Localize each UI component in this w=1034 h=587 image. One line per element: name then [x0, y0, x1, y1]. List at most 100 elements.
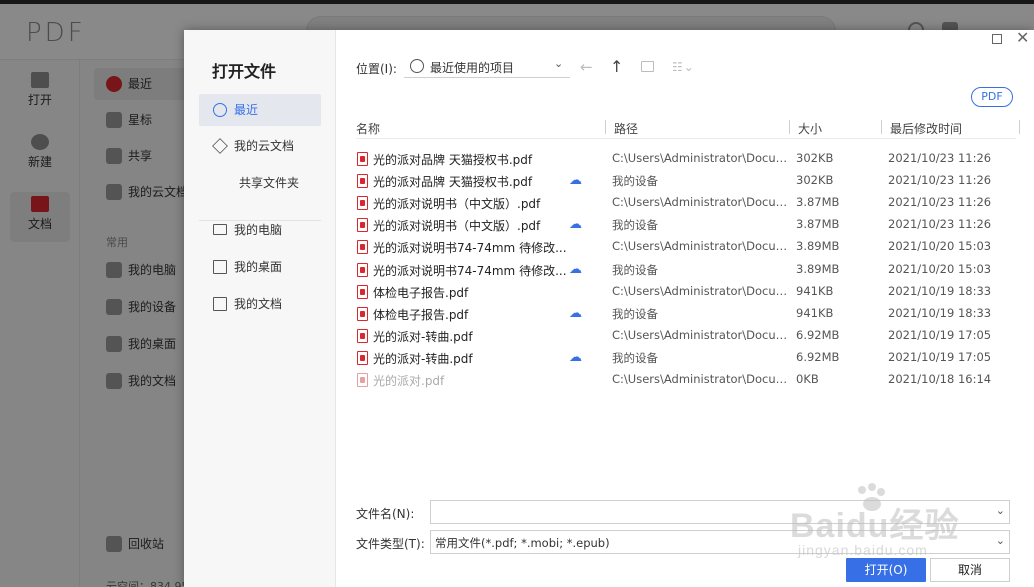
dialog-nav-my-desktop[interactable]: 我的桌面	[199, 251, 321, 283]
column-header-path[interactable]: 路径	[614, 120, 638, 137]
file-size: 302KB	[796, 173, 834, 188]
dialog-nav-label: 我的电脑	[234, 223, 283, 237]
chevron-down-icon: ⌄	[995, 534, 1005, 547]
monitor-icon	[213, 224, 227, 235]
file-path: C:\Users\Administrator\Docum...	[612, 327, 788, 342]
pdf-filter-badge[interactable]: PDF	[971, 87, 1013, 107]
file-size: 941KB	[796, 283, 834, 298]
back-arrow-icon[interactable]: ←	[580, 58, 593, 76]
file-path: C:\Users\Administrator\Docum...	[612, 195, 788, 210]
file-row[interactable]: 光的派对.pdf C:\Users\Administrator\Docum... 0…	[352, 369, 1020, 391]
file-name: 光的派对说明书（中文版）.pdf	[373, 219, 541, 234]
dialog-nav-label: 我的云文档	[234, 139, 295, 153]
dialog-nav-my-documents[interactable]: 我的文档	[199, 288, 321, 320]
file-row[interactable]: 光的派对品牌 天猫授权书.pdf C:\Users\Administrator\D…	[352, 148, 1020, 170]
table-header-rule	[356, 138, 1016, 139]
column-header-name[interactable]: 名称	[356, 120, 380, 137]
file-name: 光的派对-转曲.pdf	[373, 351, 473, 366]
file-modified: 2021/10/19 18:33	[888, 283, 992, 298]
column-separator[interactable]	[789, 120, 790, 134]
file-name: 光的派对品牌 天猫授权书.pdf	[373, 153, 533, 167]
dialog-nav-my-computer[interactable]: 我的电脑	[199, 214, 321, 246]
up-arrow-icon[interactable]: ↑	[610, 57, 623, 76]
file-row[interactable]: 光的派对说明书74-74mm 待修改... C:\Users\Administra…	[352, 236, 1020, 258]
filename-input[interactable]: ⌄	[430, 500, 1010, 524]
maximize-icon[interactable]	[992, 34, 1002, 44]
cancel-button[interactable]: 取消	[930, 558, 1010, 582]
recent-items-icon	[410, 59, 424, 73]
file-modified: 2021/10/23 11:26	[888, 151, 992, 165]
file-modified: 2021/10/19 17:05	[888, 349, 992, 364]
cloud-icon: ☁	[569, 173, 582, 189]
file-size: 6.92MB	[796, 349, 840, 364]
chevron-down-icon[interactable]: ⌄	[996, 504, 1005, 517]
column-separator[interactable]	[605, 120, 606, 134]
file-size: 941KB	[796, 305, 834, 320]
filetype-value: 常用文件(*.pdf; *.mobi; *.epub)	[435, 536, 610, 550]
file-name: 光的派对-转曲.pdf	[373, 329, 473, 344]
file-size: 3.87MB	[796, 217, 840, 232]
file-modified: 2021/10/19 17:05	[888, 327, 992, 342]
filetype-dropdown[interactable]: 常用文件(*.pdf; *.mobi; *.epub) ⌄	[430, 530, 1010, 554]
view-mode-icon[interactable]: ☷⌄	[672, 60, 695, 74]
file-row[interactable]: 光的派对说明书（中文版）.pdf C:\Users\Administrator\D…	[352, 192, 1020, 214]
file-size: 6.92MB	[796, 327, 840, 342]
new-folder-icon[interactable]	[641, 61, 654, 72]
file-name: 光的派对品牌 天猫授权书.pdf	[373, 175, 533, 190]
file-row[interactable]: 体检电子报告.pdf ☁ 我的设备 941KB 2021/10/19 18:33	[352, 303, 1020, 325]
pdf-file-icon	[357, 306, 368, 321]
dialog-nav-label: 我的桌面	[234, 260, 283, 274]
file-row[interactable]: 体检电子报告.pdf C:\Users\Administrator\Docum..…	[352, 281, 1020, 303]
file-modified: 2021/10/20 15:03	[888, 261, 992, 276]
pdf-file-icon	[357, 373, 368, 387]
cube-icon	[212, 138, 228, 154]
cloud-icon: ☁	[569, 261, 582, 277]
dialog-nav-recent[interactable]: 最近	[199, 94, 321, 126]
file-row[interactable]: 光的派对说明书74-74mm 待修改... ☁ 我的设备 3.89MB 2021/10/…	[352, 259, 1020, 281]
file-path: C:\Users\Administrator\Docum...	[612, 151, 788, 165]
file-row[interactable]: 光的派对说明书（中文版）.pdf ☁ 我的设备 3.87MB 2021/10/23 11…	[352, 214, 1020, 236]
file-path: 我的设备	[612, 350, 658, 365]
file-modified: 2021/10/18 16:14	[888, 372, 992, 386]
pdf-file-icon	[357, 174, 368, 189]
file-modified: 2021/10/20 15:03	[888, 239, 992, 254]
column-separator[interactable]	[1019, 120, 1020, 134]
desktop-icon	[213, 260, 227, 274]
file-path: 我的设备	[612, 174, 658, 189]
pdf-file-icon	[357, 328, 368, 343]
open-file-dialog: 打开文件 最近 我的云文档 共享文件夹 我的电脑 我的桌面 我的文档 ✕ 位置(…	[184, 29, 1034, 587]
pdf-file-icon	[357, 350, 368, 365]
pdf-file-icon	[357, 284, 368, 299]
file-row[interactable]: 光的派对-转曲.pdf C:\Users\Administrator\Docum.…	[352, 325, 1020, 347]
file-modified: 2021/10/23 11:26	[888, 217, 992, 232]
dialog-nav-label: 最近	[234, 103, 259, 117]
location-label: 位置(I):	[356, 62, 397, 76]
file-size: 302KB	[796, 151, 834, 165]
dialog-nav-shared-folder[interactable]: 共享文件夹	[199, 167, 321, 199]
column-separator[interactable]	[881, 120, 882, 134]
location-value: 最近使用的项目	[430, 61, 515, 75]
documents-icon	[213, 297, 227, 311]
column-header-size[interactable]: 大小	[798, 120, 822, 137]
file-name: 光的派对说明书74-74mm 待修改...	[373, 263, 567, 278]
file-row[interactable]: 光的派对-转曲.pdf ☁ 我的设备 6.92MB 2021/10/19 17:05	[352, 347, 1020, 369]
cloud-icon: ☁	[569, 217, 582, 233]
clock-icon	[213, 103, 227, 117]
pdf-file-icon	[357, 152, 368, 166]
column-header-modified[interactable]: 最后修改时间	[890, 120, 962, 137]
dialog-nav-panel: 打开文件 最近 我的云文档 共享文件夹 我的电脑 我的桌面 我的文档	[184, 30, 336, 587]
location-dropdown[interactable]: 最近使用的项目 ⌄	[404, 56, 570, 78]
file-name: 光的派对说明书（中文版）.pdf	[373, 197, 541, 212]
file-row[interactable]: 光的派对品牌 天猫授权书.pdf ☁ 我的设备 302KB 2021/10/23 11:…	[352, 170, 1020, 192]
dialog-nav-cloud-docs[interactable]: 我的云文档	[199, 130, 321, 162]
file-size: 0KB	[796, 372, 819, 386]
dialog-nav-label: 我的文档	[234, 297, 283, 311]
file-size: 3.89MB	[796, 261, 840, 276]
file-path: 我的设备	[612, 218, 658, 233]
chevron-down-icon: ⌄	[554, 57, 564, 70]
file-modified: 2021/10/19 18:33	[888, 305, 992, 320]
pdf-file-icon	[357, 262, 368, 277]
cloud-icon: ☁	[569, 305, 582, 321]
close-icon[interactable]: ✕	[1016, 29, 1029, 47]
open-button[interactable]: 打开(O)	[846, 558, 926, 582]
